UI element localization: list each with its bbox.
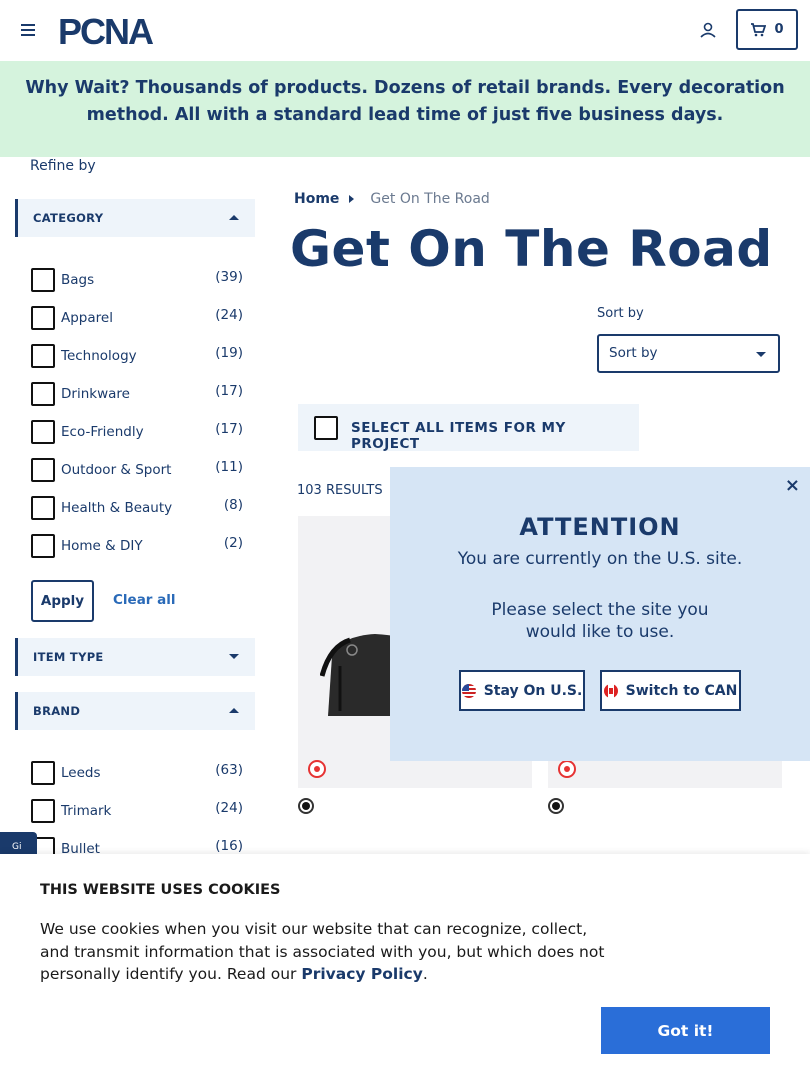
filter-drinkware[interactable]: Drinkware (17) — [31, 378, 243, 406]
cookie-banner: THIS WEBSITE USES COOKIES We use cookies… — [0, 854, 810, 1080]
cookie-text-end: . — [422, 965, 428, 983]
filter-label: Drinkware — [61, 386, 130, 402]
filter-count: (17) — [215, 421, 243, 437]
clear-all-link[interactable]: Clear all — [113, 592, 176, 608]
filter-label: Health & Beauty — [61, 500, 173, 516]
filter-count: (17) — [215, 383, 243, 399]
checkbox[interactable] — [31, 761, 55, 785]
sort-select[interactable]: Sort by — [597, 334, 780, 373]
checkbox[interactable] — [31, 534, 55, 558]
checkbox[interactable] — [31, 268, 55, 292]
sort-label: Sort by — [597, 306, 644, 321]
filter-eco-friendly[interactable]: Eco-Friendly (17) — [31, 416, 243, 444]
select-all-label: SELECT ALL ITEMS FOR MY PROJECT — [351, 420, 566, 452]
cookie-title: THIS WEBSITE USES COOKIES — [40, 882, 281, 898]
checkbox[interactable] — [31, 344, 55, 368]
product-badge-icon — [558, 760, 576, 778]
item-type-facet-toggle[interactable]: ITEM TYPE — [15, 638, 255, 676]
modal-prompt: Please select the site you would like to… — [491, 600, 709, 642]
results-count: 103 RESULTS — [297, 483, 383, 498]
checkbox[interactable] — [31, 496, 55, 520]
filter-label: Technology — [61, 348, 137, 364]
checkbox[interactable] — [31, 382, 55, 406]
filter-label: Apparel — [61, 310, 113, 326]
brand-facet-toggle[interactable]: BRAND — [15, 692, 255, 730]
switch-can-label: Switch to CAN — [625, 682, 738, 699]
account-icon[interactable] — [698, 20, 718, 40]
filter-count: (16) — [215, 838, 243, 854]
caret-up-icon — [229, 708, 239, 713]
site-header: PCNA 0 — [0, 0, 810, 61]
refine-by-label: Refine by — [30, 158, 96, 174]
filter-health-beauty[interactable]: Health & Beauty (8) — [31, 492, 243, 520]
filter-trimark[interactable]: Trimark (24) — [31, 795, 243, 823]
brand-facet-title: BRAND — [33, 704, 81, 718]
select-all-checkbox[interactable] — [314, 416, 338, 440]
filter-count: (2) — [223, 535, 243, 551]
cart-icon — [751, 22, 767, 36]
filter-leeds[interactable]: Leeds (63) — [31, 757, 243, 785]
cookie-text: We use cookies when you visit our websit… — [40, 918, 620, 986]
filter-count: (39) — [215, 269, 243, 285]
checkbox[interactable] — [31, 799, 55, 823]
product-badge-icon — [308, 760, 326, 778]
breadcrumb-home-link[interactable]: Home — [294, 191, 339, 207]
checkbox[interactable] — [31, 306, 55, 330]
filter-label: Trimark — [61, 803, 112, 819]
caret-down-icon — [229, 654, 239, 659]
close-icon[interactable]: × — [785, 475, 800, 496]
filter-count: (19) — [215, 345, 243, 361]
breadcrumb-current: Get On The Road — [370, 191, 490, 207]
promo-banner: Why Wait? Thousands of products. Dozens … — [0, 61, 810, 157]
stay-us-button[interactable]: Stay On U.S. — [459, 670, 585, 711]
filter-label: Home & DIY — [61, 538, 143, 554]
filter-count: (63) — [215, 762, 243, 778]
stay-us-label: Stay On U.S. — [483, 682, 583, 699]
hamburger-menu-icon[interactable] — [20, 22, 36, 38]
canada-flag-icon — [603, 683, 618, 698]
filter-bags[interactable]: Bags (39) — [31, 264, 243, 292]
chevron-right-icon — [349, 195, 355, 203]
filter-apparel[interactable]: Apparel (24) — [31, 302, 243, 330]
privacy-policy-link[interactable]: Privacy Policy — [301, 965, 423, 983]
checkbox[interactable] — [31, 458, 55, 482]
filter-label: Outdoor & Sport — [61, 462, 172, 478]
logo-text: PCNA — [58, 14, 154, 48]
color-swatch[interactable] — [548, 798, 564, 814]
item-type-facet-title: ITEM TYPE — [33, 650, 104, 664]
cart-count: 0 — [774, 22, 784, 37]
got-it-button[interactable]: Got it! — [601, 1007, 770, 1054]
checkbox[interactable] — [31, 420, 55, 444]
filter-count: (24) — [215, 307, 243, 323]
category-facet-title: CATEGORY — [33, 211, 104, 225]
site-selection-modal: × ATTENTION You are currently on the U.S… — [390, 467, 810, 761]
us-flag-icon — [461, 683, 476, 698]
breadcrumb: Home Get On The Road — [294, 191, 490, 207]
sort-select-value: Sort by — [609, 345, 658, 361]
chevron-down-icon — [756, 352, 766, 357]
switch-can-button[interactable]: Switch to CAN — [600, 670, 741, 711]
caret-up-icon — [229, 215, 239, 220]
color-swatch[interactable] — [298, 798, 314, 814]
modal-subtitle: You are currently on the U.S. site. — [457, 549, 743, 569]
filter-label: Eco-Friendly — [61, 424, 144, 440]
filter-count: (11) — [215, 459, 243, 475]
filter-count: (24) — [215, 800, 243, 816]
filter-label: Leeds — [61, 765, 101, 781]
filter-count: (8) — [223, 497, 243, 513]
category-facet-toggle[interactable]: CATEGORY — [15, 199, 255, 237]
filter-outdoor-sport[interactable]: Outdoor & Sport (11) — [31, 454, 243, 482]
filter-technology[interactable]: Technology (19) — [31, 340, 243, 368]
cart-button[interactable]: 0 — [736, 9, 798, 50]
select-all-items[interactable]: SELECT ALL ITEMS FOR MY PROJECT — [298, 404, 639, 452]
page-title: Get On The Road — [290, 220, 773, 278]
apply-button[interactable]: Apply — [31, 580, 94, 622]
pcna-logo[interactable]: PCNA — [58, 14, 178, 48]
modal-title: ATTENTION — [519, 513, 681, 541]
filter-home-diy[interactable]: Home & DIY (2) — [31, 530, 243, 558]
filter-label: Bags — [61, 272, 95, 288]
